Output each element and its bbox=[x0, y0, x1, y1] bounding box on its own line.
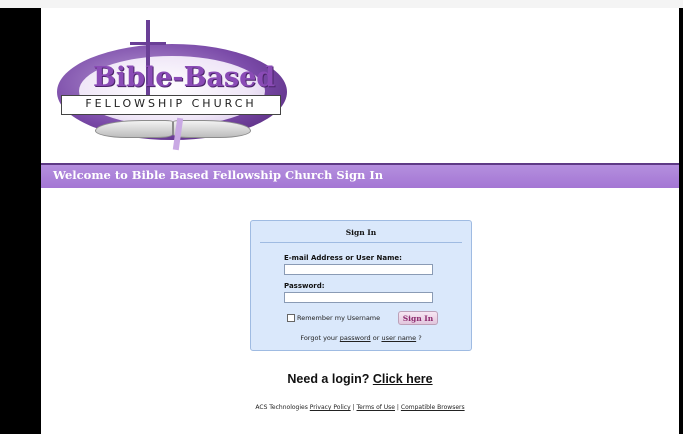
welcome-banner: Welcome to Bible Based Fellowship Church… bbox=[41, 163, 679, 188]
register-link[interactable]: Click here bbox=[373, 372, 433, 386]
signin-panel: Sign In E-mail Address or User Name: Pas… bbox=[250, 220, 472, 351]
cross-icon-bar bbox=[130, 42, 166, 45]
footer: ACS Technologies Privacy Policy | Terms … bbox=[41, 404, 679, 411]
terms-of-use-link[interactable]: Terms of Use bbox=[357, 404, 395, 411]
page-content: Bible-Based FELLOWSHIP CHURCH Welcome to… bbox=[41, 8, 679, 434]
logo-wordmark: Bible-Based bbox=[93, 62, 276, 93]
left-black-margin bbox=[0, 8, 41, 434]
password-label: Password: bbox=[284, 282, 325, 290]
need-login-line: Need a login? Click here bbox=[41, 372, 679, 386]
footer-separator: | bbox=[352, 404, 355, 411]
email-label: E-mail Address or User Name: bbox=[284, 254, 402, 262]
email-field[interactable] bbox=[284, 264, 433, 275]
welcome-title: Welcome to Bible Based Fellowship Church… bbox=[53, 168, 384, 182]
forgot-username-link[interactable]: user name bbox=[381, 334, 416, 342]
logo-subtitle: FELLOWSHIP CHURCH bbox=[85, 97, 257, 110]
bible-left-page bbox=[95, 120, 173, 138]
password-field[interactable] bbox=[284, 292, 433, 303]
compatible-browsers-link[interactable]: Compatible Browsers bbox=[401, 404, 465, 411]
signin-button[interactable]: Sign In bbox=[398, 311, 438, 325]
forgot-suffix: ? bbox=[418, 334, 422, 342]
forgot-prefix: Forgot your bbox=[300, 334, 338, 342]
footer-separator: | bbox=[396, 404, 399, 411]
footer-vendor: ACS Technologies bbox=[255, 404, 308, 411]
panel-divider bbox=[260, 242, 462, 243]
church-logo: Bible-Based FELLOWSHIP CHURCH bbox=[57, 16, 287, 156]
privacy-policy-link[interactable]: Privacy Policy bbox=[310, 404, 351, 411]
right-black-margin bbox=[679, 8, 683, 434]
remember-checkbox[interactable] bbox=[287, 314, 295, 322]
open-bible-icon bbox=[95, 120, 251, 138]
forgot-password-link[interactable]: password bbox=[340, 334, 371, 342]
signin-heading: Sign In bbox=[345, 228, 377, 237]
logo-subtitle-box: FELLOWSHIP CHURCH bbox=[61, 95, 281, 115]
forgot-or: or bbox=[372, 334, 380, 342]
need-login-text: Need a login? bbox=[287, 372, 370, 386]
bible-right-page bbox=[173, 120, 251, 138]
forgot-credentials-line: Forgot your password or user name ? bbox=[251, 334, 471, 342]
remember-label[interactable]: Remember my Username bbox=[297, 314, 380, 322]
